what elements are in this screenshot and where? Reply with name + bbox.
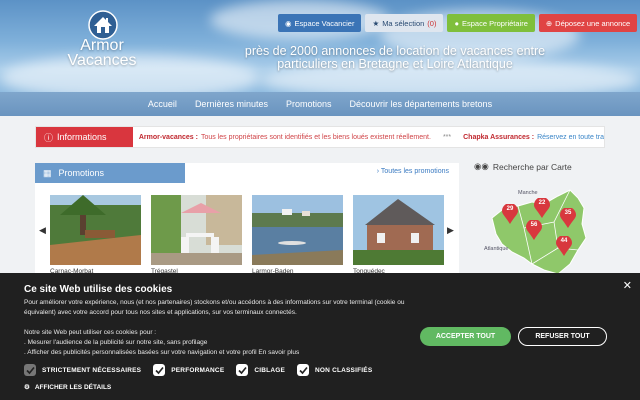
user-icon: ● (454, 18, 459, 28)
map-pin[interactable]: 29 (502, 203, 518, 224)
carousel-next-icon[interactable]: ▶ (447, 225, 454, 236)
cookie-text-3: Notre site Web peut utiliser ces cookies… (24, 329, 157, 336)
map-title: ◉◉ Recherche par Carte (474, 161, 572, 172)
promo-card[interactable]: Trégastel (151, 195, 242, 275)
check-non-classifies[interactable]: NON CLASSIFIÉS (297, 364, 372, 376)
promo-card-image (353, 195, 444, 265)
info-bar: ⓘ Informations Armor-vacances : Tous les… (35, 126, 605, 148)
brittany-map[interactable]: Manche Atlantique 29 22 35 56 44 (474, 178, 594, 278)
refuse-all-button[interactable]: REFUSER TOUT (518, 327, 607, 346)
promo-card-image (50, 195, 141, 265)
accept-all-button[interactable]: ACCEPTER TOUT (420, 327, 511, 346)
logo-line-2: Vacances (67, 52, 137, 69)
deposez-annonce-button[interactable]: ⊕ Déposez une annonce (538, 14, 638, 32)
map-pin[interactable]: 35 (560, 207, 576, 228)
promotions-carousel: ◀ Carnac-Morbat Trégastel Larmor-Baden T… (35, 195, 459, 275)
map-pin[interactable]: 22 (534, 197, 550, 218)
info-ticker[interactable]: Armor-vacances : Tous les propriétaires … (133, 134, 604, 141)
info-circle-icon: ⓘ (44, 132, 54, 143)
cookie-text-2: équivalent) avec votre accord pour tous … (24, 309, 297, 316)
site-logo[interactable]: Armor Vacances (60, 8, 144, 70)
cookie-title: Ce site Web utilise des cookies (24, 284, 173, 295)
check-performance[interactable]: PERFORMANCE (153, 364, 224, 376)
nav-accueil[interactable]: Accueil (139, 99, 186, 109)
promo-card[interactable]: Tonquédec (353, 195, 444, 275)
logo-line-1: Armor (80, 37, 124, 54)
carousel-prev-icon[interactable]: ◀ (39, 225, 46, 236)
ma-selection-button[interactable]: ★ Ma sélection (0) (365, 14, 444, 32)
cookie-banner: Ce site Web utilise des cookies ✕ Pour a… (0, 273, 640, 400)
site-header: Armor Vacances ◉ Espace Vacancier ★ Ma s… (0, 0, 640, 92)
promotions-header: ▦ Promotions (35, 163, 185, 183)
map-pin[interactable]: 44 (556, 235, 572, 256)
map-label-manche: Manche (518, 190, 538, 196)
top-buttons: ◉ Espace Vacancier ★ Ma sélection (0) ● … (278, 14, 638, 32)
selection-count: (0) (427, 18, 437, 28)
gear-icon: ⚙ (24, 384, 30, 391)
promo-card[interactable]: Larmor-Baden (252, 195, 343, 275)
check-strictement-necessaires: STRICTEMENT NÉCESSAIRES (24, 364, 141, 376)
calculator-icon: ▦ (43, 167, 52, 178)
nav-promotions[interactable]: Promotions (277, 99, 341, 109)
checkbox-checked-icon[interactable] (153, 364, 166, 376)
cookie-text-4: . Mesurer l'audience de la publicité sur… (24, 339, 208, 346)
star-icon: ★ (372, 18, 380, 28)
cookie-categories: STRICTEMENT NÉCESSAIRES PERFORMANCE CIBL… (24, 364, 372, 376)
promo-card-image (151, 195, 242, 265)
promo-card[interactable]: Carnac-Morbat (50, 195, 141, 275)
checkbox-checked-icon[interactable] (236, 364, 249, 376)
cookie-text-5: . Afficher des publicités personnalisées… (24, 349, 300, 356)
main-nav: Accueil Dernières minutes Promotions Déc… (0, 92, 640, 116)
house-logo-icon (88, 10, 118, 40)
nav-departements[interactable]: Découvrir les départements bretons (341, 99, 502, 109)
check-ciblage[interactable]: CIBLAGE (236, 364, 285, 376)
checkbox-checked-icon (24, 364, 36, 376)
map-label-atlantique: Atlantique (484, 246, 509, 252)
checkbox-checked-icon[interactable] (297, 364, 310, 376)
map-pin[interactable]: 56 (526, 219, 542, 240)
nav-dernieres-minutes[interactable]: Dernières minutes (186, 99, 277, 109)
close-icon[interactable]: ✕ (623, 279, 632, 292)
camera-icon: ◉ (285, 18, 292, 28)
binoculars-icon: ◉◉ (474, 161, 489, 171)
cookie-text-1: Pour améliorer votre expérience, nous (e… (24, 299, 405, 306)
info-label: ⓘ Informations (36, 127, 133, 147)
espace-vacancier-button[interactable]: ◉ Espace Vacancier (278, 14, 362, 32)
tagline: près de 2000 annonces de location de vac… (244, 44, 546, 71)
espace-proprietaire-button[interactable]: ● Espace Propriétaire (447, 14, 535, 32)
show-details-link[interactable]: ⚙ AFFICHER LES DÉTAILS (24, 383, 111, 392)
promo-card-image (252, 195, 343, 265)
all-promotions-link[interactable]: › Toutes les promotions (377, 168, 449, 175)
plus-circle-icon: ⊕ (545, 18, 553, 28)
